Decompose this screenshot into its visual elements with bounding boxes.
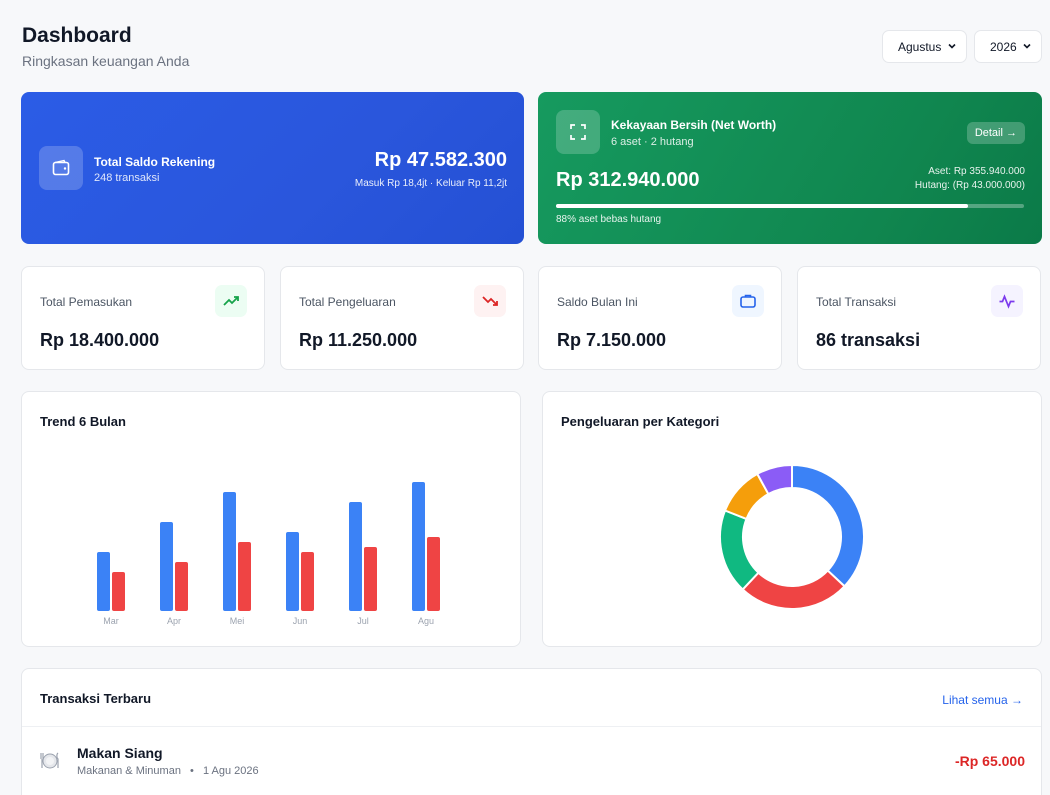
bar-mar-series-1 [97,552,110,611]
x-tick-label: Jun [293,616,308,626]
transactions-title: Transaksi Terbaru [40,691,152,706]
balance-amount: Rp 47.582.300 [374,149,507,171]
stat-value: 86 transaksi [816,330,921,350]
page-header: Dashboard Ringkasan keuangan Anda [22,24,189,69]
stat-card-expense[interactable]: Total Pengeluaran Rp 11.250.000 [280,266,524,370]
stat-label: Total Transaksi [816,295,897,309]
transaction-row[interactable]: Makan Siang Makanan & Minuman • 1 Agu 20… [22,726,1041,792]
briefcase-icon [732,285,764,317]
trend-panel: Trend 6 Bulan Mar Apr Mei Jun Jul Agu [21,391,521,647]
bar-jul-series-2 [364,547,377,611]
chevron-down-icon [948,43,956,49]
balance-flow: Masuk Rp 18,4jt · Keluar Rp 11,2jt [354,178,507,189]
month-select[interactable]: Agustus [882,30,967,63]
transaction-category: Makanan & Minuman [77,765,181,777]
activity-icon [991,285,1023,317]
stat-value: Rp 18.400.000 [40,330,160,350]
category-panel: Pengeluaran per Kategori [542,391,1042,647]
bar-apr-series-2 [175,562,188,611]
stat-label: Saldo Bulan Ini [557,295,638,309]
bar-apr-series-1 [160,522,173,611]
networth-progress-note: 88% aset bebas hutang [556,214,662,225]
x-tick-label: Mei [230,616,245,626]
donut-slice-2 [741,569,846,610]
x-tick-label: Jul [357,616,369,626]
networth-card[interactable]: Kekayaan Bersih (Net Worth) 6 aset · 2 h… [538,92,1042,244]
page-subtitle: Ringkasan keuangan Anda [22,53,190,69]
bar-agu-series-1 [412,482,425,611]
bar-mei-series-2 [238,542,251,611]
bar-mei-series-1 [223,492,236,611]
transaction-amount: -Rp 65.000 [954,753,1025,769]
trend-bar-chart: Mar Apr Mei Jun Jul Agu [97,482,440,626]
month-select-value: Agustus [898,39,942,54]
category-donut-chart [719,463,865,610]
networth-debts: Hutang: (Rp 43.000.000) [914,180,1025,191]
chevron-down-icon [1023,43,1031,49]
page-title: Dashboard [22,24,132,47]
transaction-name: Makan Siang [77,745,163,761]
wallet-icon [39,146,83,190]
networth-progress-fill [556,204,968,208]
plate-icon [39,749,61,771]
networth-amount: Rp 312.940.000 [556,169,700,191]
trend-down-icon [474,285,506,317]
stat-label: Total Pengeluaran [299,295,396,309]
networth-subtitle: 6 aset · 2 hutang [611,136,694,148]
balance-transaction-count: 248 transaksi [94,172,160,184]
networth-progress-bar [556,204,1024,208]
view-all-link[interactable]: Lihat semua → [942,693,1023,707]
bar-mar-series-2 [112,572,125,611]
networth-assets: Aset: Rp 355.940.000 [928,166,1025,177]
bar-jun-series-1 [286,532,299,611]
transaction-meta: Makanan & Minuman • 1 Agu 2026 [77,765,259,777]
stat-value: Rp 7.150.000 [557,330,667,350]
donut-slice-3 [719,509,760,591]
stat-value: Rp 11.250.000 [299,330,418,350]
x-tick-label: Apr [167,616,181,626]
balance-title: Total Saldo Rekening [94,155,216,169]
stat-card-transactions[interactable]: Total Transaksi 86 transaksi [797,266,1041,370]
bar-agu-series-2 [427,537,440,611]
networth-title: Kekayaan Bersih (Net Worth) [611,118,777,132]
year-select[interactable]: 2026 [974,30,1042,63]
networth-detail-button[interactable]: Detail → [966,122,1025,144]
expand-icon [556,110,600,154]
stat-card-balance[interactable]: Saldo Bulan Ini Rp 7.150.000 [538,266,782,370]
bar-jul-series-1 [349,502,362,611]
stat-card-income[interactable]: Total Pemasukan Rp 18.400.000 [21,266,265,370]
year-select-value: 2026 [990,39,1017,54]
donut-slice-1 [791,463,865,588]
transactions-panel: Transaksi Terbaru Lihat semua → Makan Si… [21,668,1042,795]
x-tick-label: Mar [103,616,119,626]
separator-dot: • [190,765,194,777]
balance-card[interactable]: Total Saldo Rekening 248 transaksi Rp 47… [21,92,524,244]
x-tick-label: Agu [418,616,434,626]
trend-up-icon [215,285,247,317]
stat-label: Total Pemasukan [40,295,133,309]
bar-jun-series-2 [301,552,314,611]
transaction-date: 1 Agu 2026 [202,765,259,777]
